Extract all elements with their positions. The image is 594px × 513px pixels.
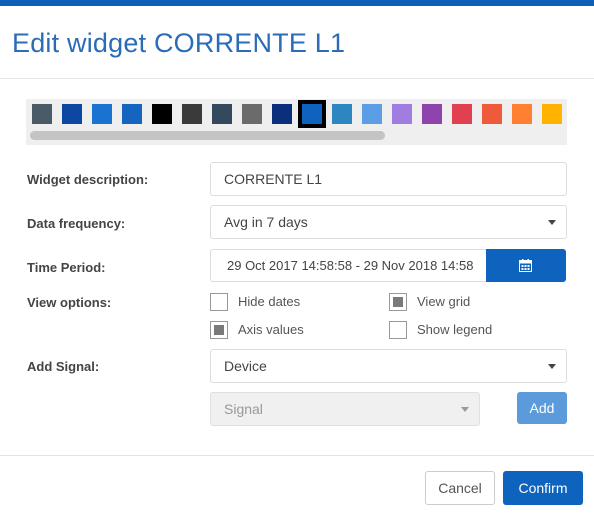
color-swatch[interactable] xyxy=(212,104,232,124)
color-swatch[interactable] xyxy=(122,104,142,124)
palette-scrollbar[interactable] xyxy=(30,131,385,140)
color-swatch[interactable] xyxy=(512,104,532,124)
color-palette xyxy=(26,99,567,145)
period-input[interactable]: 29 Oct 2017 14:58:58 - 29 Nov 2018 14:58 xyxy=(210,249,487,282)
color-swatch[interactable] xyxy=(152,104,172,124)
add-signal-label: Add Signal: xyxy=(27,359,100,374)
calendar-button[interactable] xyxy=(486,249,566,282)
show-legend-label: Show legend xyxy=(417,322,493,337)
color-swatch[interactable] xyxy=(298,100,326,128)
view-options-label: View options: xyxy=(27,295,112,310)
edit-widget-modal: Edit widget CORRENTE L1 Widget descripti… xyxy=(0,0,594,513)
frequency-select[interactable]: Avg in 7 days xyxy=(210,205,567,239)
signal-placeholder: Signal xyxy=(224,401,263,417)
period-label: Time Period: xyxy=(27,260,106,275)
confirm-button[interactable]: Confirm xyxy=(503,471,583,505)
color-swatch[interactable] xyxy=(392,104,412,124)
axis-values-label: Axis values xyxy=(238,322,304,337)
description-input[interactable]: CORRENTE L1 xyxy=(210,162,567,196)
chevron-down-icon xyxy=(461,407,469,412)
color-swatch[interactable] xyxy=(542,104,562,124)
color-swatch[interactable] xyxy=(452,104,472,124)
chevron-down-icon xyxy=(548,364,556,369)
cancel-button[interactable]: Cancel xyxy=(425,471,495,505)
color-swatch[interactable] xyxy=(332,104,352,124)
color-swatch[interactable] xyxy=(62,104,82,124)
frequency-value: Avg in 7 days xyxy=(224,214,308,230)
color-swatch[interactable] xyxy=(32,104,52,124)
view-grid-checkbox[interactable] xyxy=(389,293,407,311)
signal-select[interactable]: Signal xyxy=(210,392,480,426)
device-select[interactable]: Device xyxy=(210,349,567,383)
show-legend-checkbox[interactable] xyxy=(389,321,407,339)
modal-header: Edit widget CORRENTE L1 xyxy=(0,6,594,79)
hide-dates-checkbox[interactable] xyxy=(210,293,228,311)
add-signal-button[interactable]: Add xyxy=(517,392,567,424)
device-value: Device xyxy=(224,358,267,374)
chevron-down-icon xyxy=(548,220,556,225)
modal-title: Edit widget CORRENTE L1 xyxy=(12,28,346,58)
calendar-icon xyxy=(519,259,532,272)
color-swatches xyxy=(32,100,567,128)
color-swatch[interactable] xyxy=(362,104,382,124)
color-swatch[interactable] xyxy=(182,104,202,124)
axis-values-checkbox[interactable] xyxy=(210,321,228,339)
color-swatch[interactable] xyxy=(242,104,262,124)
hide-dates-label: Hide dates xyxy=(238,294,301,309)
description-label: Widget description: xyxy=(27,172,149,187)
color-swatch[interactable] xyxy=(422,104,442,124)
view-grid-label: View grid xyxy=(417,294,471,309)
frequency-label: Data frequency: xyxy=(27,216,126,231)
color-swatch[interactable] xyxy=(482,104,502,124)
color-swatch[interactable] xyxy=(272,104,292,124)
color-swatch[interactable] xyxy=(92,104,112,124)
